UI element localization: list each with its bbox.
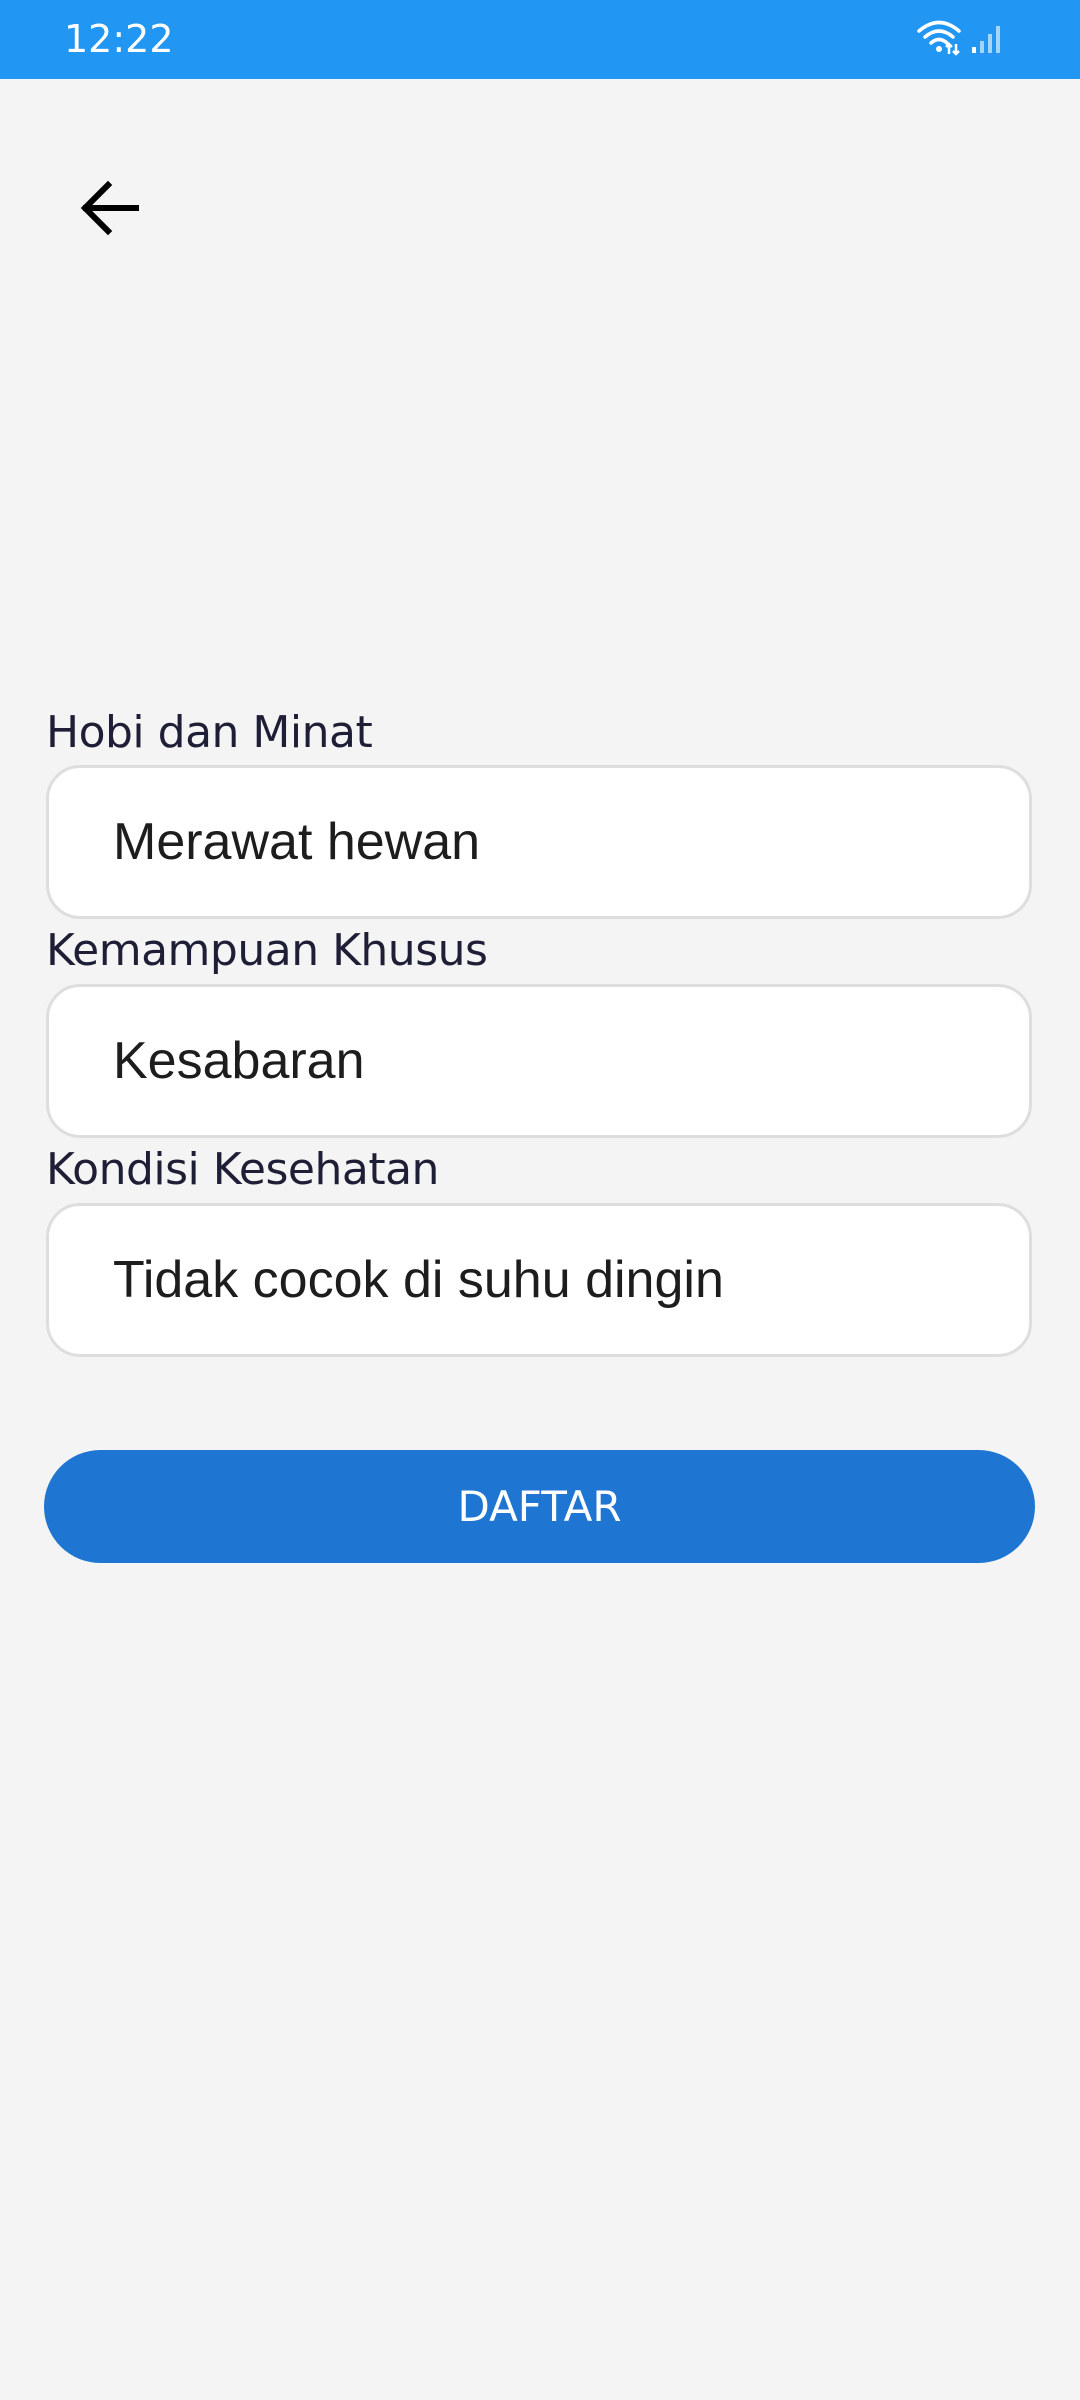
special-skill-field[interactable] bbox=[46, 984, 1032, 1138]
signal-icon bbox=[970, 21, 1004, 60]
arrow-left-icon bbox=[78, 176, 142, 245]
wifi-icon bbox=[916, 20, 962, 61]
health-condition-field[interactable] bbox=[46, 1203, 1032, 1357]
hobby-input[interactable] bbox=[113, 768, 993, 916]
special-skill-label: Kemampuan Khusus bbox=[46, 925, 488, 976]
health-condition-label: Kondisi Kesehatan bbox=[46, 1144, 439, 1195]
status-time: 12:22 bbox=[64, 17, 174, 61]
health-condition-input[interactable] bbox=[113, 1206, 993, 1354]
hobby-label: Hobi dan Minat bbox=[46, 707, 373, 758]
register-button[interactable]: DAFTAR bbox=[44, 1450, 1035, 1563]
special-skill-input[interactable] bbox=[113, 987, 993, 1135]
hobby-field[interactable] bbox=[46, 765, 1032, 919]
status-icons bbox=[916, 20, 1004, 61]
status-bar: 12:22 bbox=[0, 0, 1080, 79]
back-button[interactable] bbox=[60, 160, 160, 260]
